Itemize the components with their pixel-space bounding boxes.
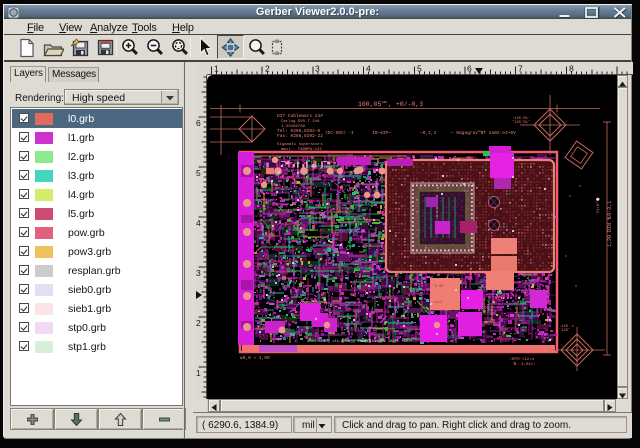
svg-text:DI? Cablewars 24#: DI? Cablewars 24# (277, 113, 323, 119)
svg-text:¯125¯: ¯125¯ (558, 328, 571, 333)
svg-text:4: 4 (196, 218, 201, 228)
svg-text:Carlug DVS-T 24#: Carlug DVS-T 24# (281, 119, 320, 124)
svg-text:3: 3 (315, 64, 320, 74)
svg-text:2: 2 (196, 318, 201, 328)
svg-text:▔▀▎▖▌▗▐▕▄▎▐▔▀: ▔▀▎▖▌▗▐▕▄▎▐▔▀ (280, 160, 331, 168)
svg-text:7: 7 (518, 64, 523, 74)
svg-text:3: 3 (196, 268, 201, 278)
svg-text:·3·1·N·0: ·3·1·N·0 (260, 210, 264, 227)
svg-text:4: 4 (366, 64, 371, 74)
svg-text:〈EC-SOC〉-I: 〈EC-SOC〉-I (323, 130, 354, 136)
svg-text:6: 6 (196, 118, 201, 128)
svg-text:5: 5 (196, 168, 201, 178)
svg-text:100,05℠, +0/-0,3: 100,05℠, +0/-0,3 (358, 100, 423, 108)
svg-text:¯01•⇅™⌚: ¯01•⇅™⌚ (595, 197, 601, 216)
svg-text:IO—4IP―: IO—4IP― (372, 130, 391, 136)
svg-text:w0,0 ≈ 1,00: w0,0 ≈ 1,00 (240, 355, 270, 361)
svg-text:□MTR·×12•4: □MTR·×12•4 (510, 357, 535, 362)
svg-text:2: 2 (265, 64, 270, 74)
svg-text:3001 31N · ×11,301× — 301N: 3001 31N · ×11,301× — 301N ⇅01·N11 30N—1… (307, 339, 413, 344)
svg-text:8: 8 (569, 64, 574, 74)
svg-text:5Iganati superstars: 5Iganati superstars (277, 142, 323, 147)
svg-text:¯125¯01¯: ¯125¯01¯ (511, 120, 531, 125)
svg-text:5: 5 (417, 64, 422, 74)
svg-text:·11•3: ·11•3 (432, 301, 443, 305)
svg-text:— Nagagrav™BT 2a02·e2•6V: — Nagagrav™BT 2a02·e2•6V (450, 130, 516, 136)
svg-text:6: 6 (467, 64, 472, 74)
svg-text:¯⇅·02: ¯⇅·02 (431, 284, 443, 289)
svg-text:—0,2,3: —0,2,3 (419, 130, 437, 136)
svg-text:Fax: 0208,8292-22: Fax: 0208,8292-22 (277, 133, 323, 139)
svg-text:⇅· 2,02×↑: ⇅· 2,02×↑ (513, 362, 536, 367)
svg-text:1,20 DIN ⇅0·3,1: 1,20 DIN ⇅0·3,1 (607, 201, 613, 247)
svg-text:1: 1 (196, 368, 201, 378)
svg-text:mail · TAGMPA-i22: mail · TAGMPA-i22 (281, 147, 322, 152)
svg-text:1: 1 (214, 64, 219, 74)
